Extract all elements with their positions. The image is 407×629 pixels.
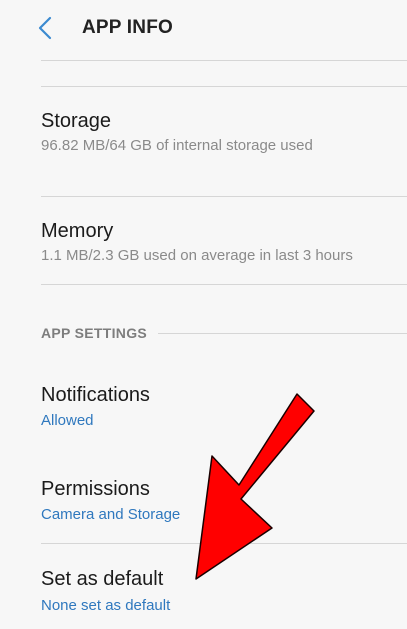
notifications-row[interactable]: Notifications Allowed (0, 372, 407, 434)
notifications-subtitle: Allowed (41, 412, 94, 429)
storage-title: Storage (41, 110, 112, 132)
memory-row[interactable]: Memory 1.1 MB/2.3 GB used on average in … (0, 210, 407, 280)
set-as-default-row[interactable]: Set as default None set as default (0, 558, 407, 620)
back-button[interactable] (32, 13, 58, 43)
app-info-screen: APP INFO Storage 96.82 MB/64 GB of inter… (0, 0, 407, 629)
set-as-default-title: Set as default (41, 568, 164, 590)
permissions-subtitle: Camera and Storage (41, 506, 181, 523)
red-arrow-icon (195, 393, 315, 580)
storage-subtitle: 96.82 MB/64 GB of internal storage used (41, 137, 313, 154)
notifications-title: Notifications (41, 384, 150, 406)
section-divider (158, 333, 407, 334)
divider (41, 60, 407, 61)
set-as-default-subtitle: None set as default (41, 597, 171, 614)
app-bar: APP INFO (0, 0, 407, 56)
memory-title: Memory (41, 220, 114, 242)
divider (41, 196, 407, 197)
divider (41, 284, 407, 285)
page-title: APP INFO (82, 17, 173, 38)
permissions-title: Permissions (41, 478, 150, 500)
chevron-left-icon (38, 16, 52, 40)
permissions-row[interactable]: Permissions Camera and Storage (0, 466, 407, 528)
divider (41, 86, 407, 87)
storage-row[interactable]: Storage 96.82 MB/64 GB of internal stora… (0, 100, 407, 170)
app-settings-header: APP SETTINGS (41, 325, 148, 341)
memory-subtitle: 1.1 MB/2.3 GB used on average in last 3 … (41, 247, 353, 264)
divider (41, 543, 407, 544)
